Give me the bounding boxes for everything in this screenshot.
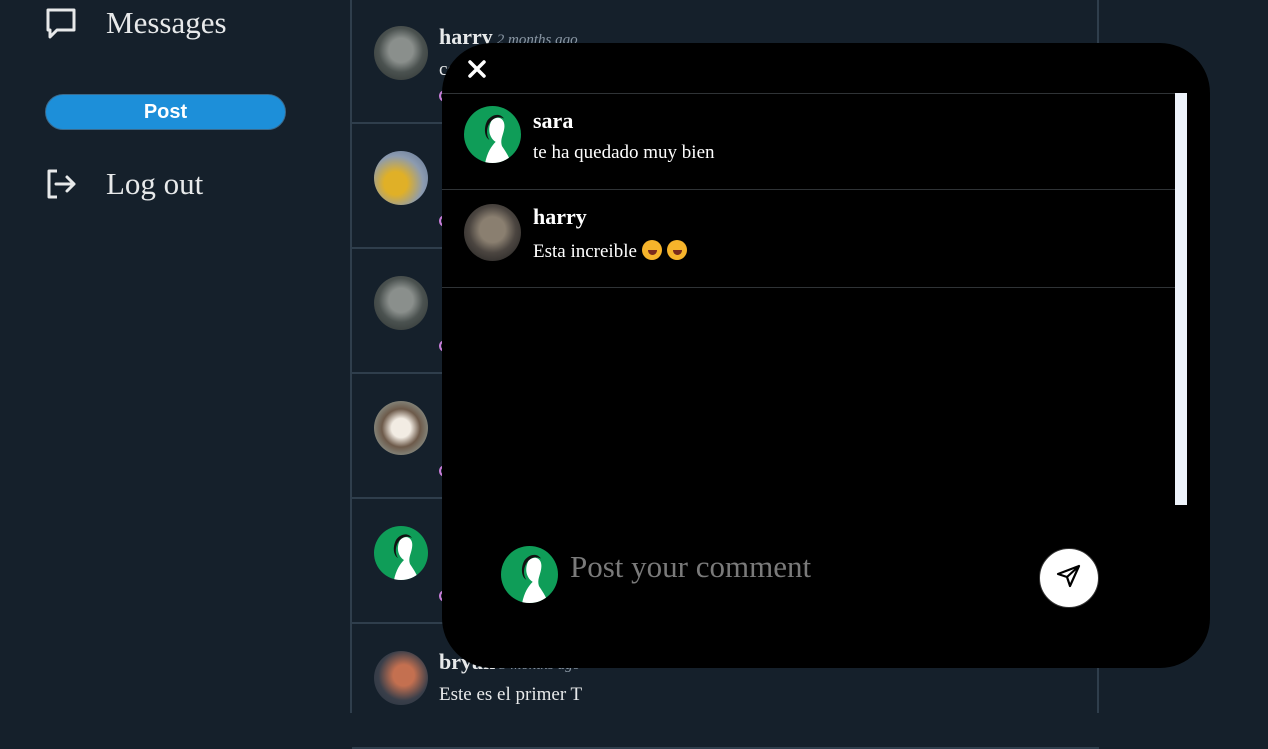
message-icon — [44, 6, 78, 40]
comment-text: Esta increible — [533, 241, 637, 262]
nav-logout-label: Log out — [106, 166, 204, 201]
comment-user[interactable]: sara — [533, 108, 573, 134]
cat-avatar[interactable] — [374, 276, 428, 330]
send-button[interactable] — [1039, 548, 1099, 608]
comments-scrollbar[interactable] — [1175, 93, 1187, 505]
nav-messages-label: Messages — [106, 5, 227, 40]
woman-illustration-avatar[interactable] — [374, 526, 428, 580]
sidebar: Messages Post Log out — [0, 0, 350, 713]
nav-messages[interactable]: Messages — [44, 5, 227, 41]
woman-illustration-avatar — [501, 546, 558, 603]
close-icon[interactable] — [465, 57, 489, 81]
send-icon — [1055, 562, 1083, 595]
comment-item: sara te ha quedado muy bien — [442, 94, 1175, 190]
feed-post-text: Este es el primer T — [439, 684, 583, 705]
post-button[interactable]: Post — [45, 94, 286, 130]
comment-text: te ha quedado muy bien — [533, 142, 715, 163]
comments-modal: sara te ha quedado muy bien harry Esta i… — [442, 43, 1210, 668]
siamese-cat-avatar[interactable] — [374, 401, 428, 455]
logout-icon — [44, 167, 78, 201]
flowers-avatar[interactable] — [374, 151, 428, 205]
cat-avatar[interactable] — [464, 204, 521, 261]
rofl-emoji-icon — [666, 240, 687, 260]
comment-input[interactable] — [568, 544, 1022, 590]
nav-logout[interactable]: Log out — [44, 166, 203, 202]
comment-item: harry Esta increible — [442, 190, 1175, 288]
comment-text-line: Esta increible — [533, 240, 687, 263]
rofl-emoji-icon — [641, 240, 662, 260]
woman-illustration-avatar[interactable] — [464, 106, 521, 163]
comment-user[interactable]: harry — [533, 204, 587, 230]
cat-avatar[interactable] — [374, 26, 428, 80]
comments-list: sara te ha quedado muy bien harry Esta i… — [442, 93, 1175, 506]
man-portrait-avatar[interactable] — [374, 651, 428, 705]
